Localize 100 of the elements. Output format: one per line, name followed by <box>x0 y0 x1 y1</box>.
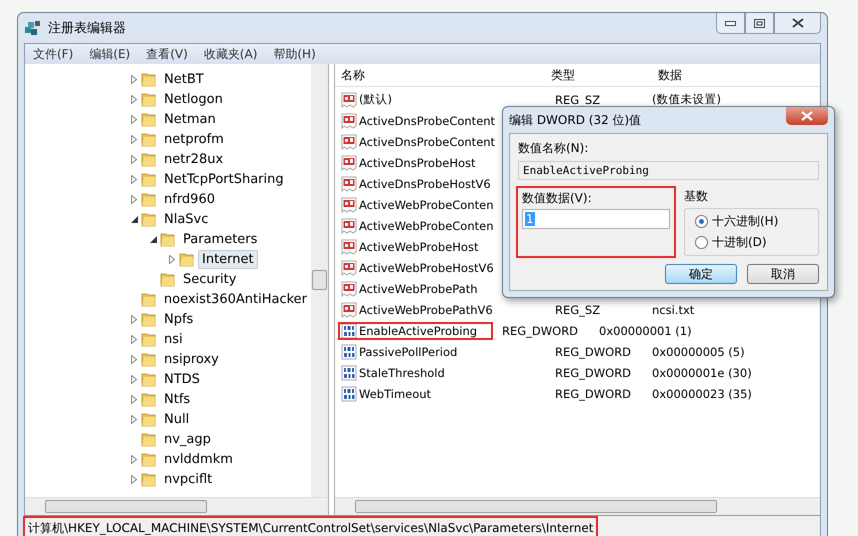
column-header[interactable]: 数据 <box>652 66 820 84</box>
expand-arrow-icon[interactable] <box>131 134 137 144</box>
minimize-button[interactable] <box>716 13 745 34</box>
horizontal-scrollbar[interactable] <box>335 497 820 515</box>
binary-value-icon <box>341 386 357 402</box>
status-path: 计算机\HKEY_LOCAL_MACHINE\SYSTEM\CurrentControlSet\services\NlaSvc\Parameters\Internet <box>25 518 596 536</box>
string-value-icon <box>341 134 357 150</box>
value-data: 0x00000001 (1) <box>599 324 692 338</box>
folder-icon <box>141 411 157 427</box>
value-name[interactable]: PassivePollPeriod <box>359 344 458 358</box>
collapse-arrow-icon[interactable] <box>150 236 156 242</box>
vertical-scrollbar[interactable] <box>311 64 328 498</box>
expand-arrow-icon[interactable] <box>131 94 137 104</box>
expand-arrow-icon[interactable] <box>131 114 137 124</box>
value-type: REG_DWORD <box>554 366 632 380</box>
expand-arrow-icon[interactable] <box>131 314 137 324</box>
folder-icon <box>141 211 157 227</box>
value-name[interactable]: ActiveDnsProbeHost <box>359 156 476 170</box>
value-name[interactable]: ActiveDnsProbeHostV6 <box>359 176 491 190</box>
field-label: 数值数据(V): <box>522 190 593 207</box>
menu-item[interactable]: 收藏夹(A) <box>196 46 266 62</box>
tree-item[interactable]: Security <box>179 270 240 288</box>
column-header[interactable]: 类型 <box>545 66 652 84</box>
expand-arrow-icon[interactable] <box>131 354 137 364</box>
value-name[interactable]: ActiveDnsProbeContent <box>359 134 496 148</box>
radio-label[interactable]: 十进制(D) <box>712 234 767 251</box>
folder-icon <box>141 391 157 407</box>
value-name[interactable]: ActiveWebProbePath <box>359 282 478 296</box>
expand-arrow-icon[interactable] <box>131 194 137 204</box>
tree-item[interactable]: Parameters <box>179 230 262 248</box>
horizontal-scrollbar[interactable] <box>25 497 328 515</box>
radio-label[interactable]: 十六进制(H) <box>712 213 778 230</box>
maximize-button[interactable] <box>745 13 774 34</box>
tree-item[interactable]: Ntfs <box>160 390 194 408</box>
expand-arrow-icon[interactable] <box>131 334 137 344</box>
tree-item[interactable]: NTDS <box>160 370 204 388</box>
field-label: 数值名称(N): <box>518 140 590 157</box>
tree-item[interactable]: Netman <box>160 110 220 128</box>
value-name[interactable]: StaleThreshold <box>359 366 445 380</box>
tree-item[interactable]: Internet <box>198 250 258 268</box>
value-name[interactable]: WebTimeout <box>359 386 432 400</box>
tree-item[interactable]: Netlogon <box>160 90 227 108</box>
value-name[interactable]: EnableActiveProbing <box>359 324 478 338</box>
tree-item[interactable]: nsiproxy <box>160 350 223 368</box>
radio-button[interactable] <box>695 215 708 228</box>
tree-item[interactable]: nfrd960 <box>160 190 219 208</box>
expand-arrow-icon[interactable] <box>131 474 137 484</box>
radio-button[interactable] <box>695 236 708 249</box>
dialog-button[interactable]: 取消 <box>747 264 819 284</box>
expand-arrow-icon[interactable] <box>131 454 137 464</box>
value-data: 0x00000005 (5) <box>652 344 745 358</box>
tree-item[interactable]: NetBT <box>160 70 208 88</box>
value-type: REG_SZ <box>554 302 602 316</box>
value-name[interactable]: (默认) <box>359 92 392 107</box>
menu-item[interactable]: 帮助(H) <box>265 46 324 62</box>
value-name[interactable]: ActiveWebProbeConten <box>359 218 494 232</box>
value-name[interactable]: ActiveWebProbeConten <box>359 198 494 212</box>
dialog-button[interactable]: 确定 <box>665 264 737 284</box>
tree-item[interactable]: nvpciflt <box>160 470 216 488</box>
expand-arrow-icon[interactable] <box>131 74 137 84</box>
column-header[interactable]: 名称 <box>335 66 545 84</box>
menu-item[interactable]: 文件(F) <box>25 46 82 62</box>
group-label: 基数 <box>684 188 709 205</box>
tree-item[interactable]: Npfs <box>160 310 198 328</box>
menu-item[interactable]: 编辑(E) <box>81 46 138 62</box>
binary-value-icon <box>341 344 357 360</box>
value-type: REG_DWORD <box>554 386 632 400</box>
tree-item[interactable]: NetTcpPortSharing <box>160 170 288 188</box>
tree-item[interactable]: Null <box>160 410 194 428</box>
expand-arrow-icon[interactable] <box>131 154 137 164</box>
folder-icon <box>160 231 176 247</box>
expand-arrow-icon[interactable] <box>131 174 137 184</box>
tree-item[interactable]: nvlddmkm <box>160 450 237 468</box>
tree-item[interactable]: netprofm <box>160 130 228 148</box>
close-icon <box>792 18 804 28</box>
expand-arrow-icon[interactable] <box>131 394 137 404</box>
tree-item[interactable]: netr28ux <box>160 150 228 168</box>
value-name[interactable]: ActiveDnsProbeContent <box>359 114 496 128</box>
tree-item[interactable]: nsi <box>160 330 187 348</box>
string-value-icon <box>341 176 357 192</box>
collapse-arrow-icon[interactable] <box>130 216 138 222</box>
dialog-title: 编辑 DWORD (32 位)值 <box>509 112 642 128</box>
window-title: 注册表编辑器 <box>48 20 126 37</box>
string-value-icon <box>341 302 357 318</box>
value-name[interactable]: ActiveWebProbeHostV6 <box>359 260 494 274</box>
value-name[interactable]: ActiveWebProbePathV6 <box>359 302 493 316</box>
close-button[interactable] <box>774 13 821 34</box>
expand-arrow-icon[interactable] <box>131 414 137 424</box>
tree-item[interactable]: nv_agp <box>160 430 215 448</box>
tree-item[interactable]: NlaSvc <box>160 210 212 228</box>
value-type: REG_DWORD <box>501 324 580 338</box>
menu-item[interactable]: 查看(V) <box>138 46 196 62</box>
expand-arrow-icon[interactable] <box>131 374 137 384</box>
folder-icon <box>141 191 157 207</box>
expand-arrow-icon[interactable] <box>169 254 175 264</box>
folder-icon <box>141 171 157 187</box>
folder-icon <box>141 71 157 87</box>
close-button[interactable] <box>786 107 828 125</box>
tree-item[interactable]: noexist360AntiHacker <box>160 290 311 308</box>
value-name[interactable]: ActiveWebProbeHost <box>359 240 478 254</box>
